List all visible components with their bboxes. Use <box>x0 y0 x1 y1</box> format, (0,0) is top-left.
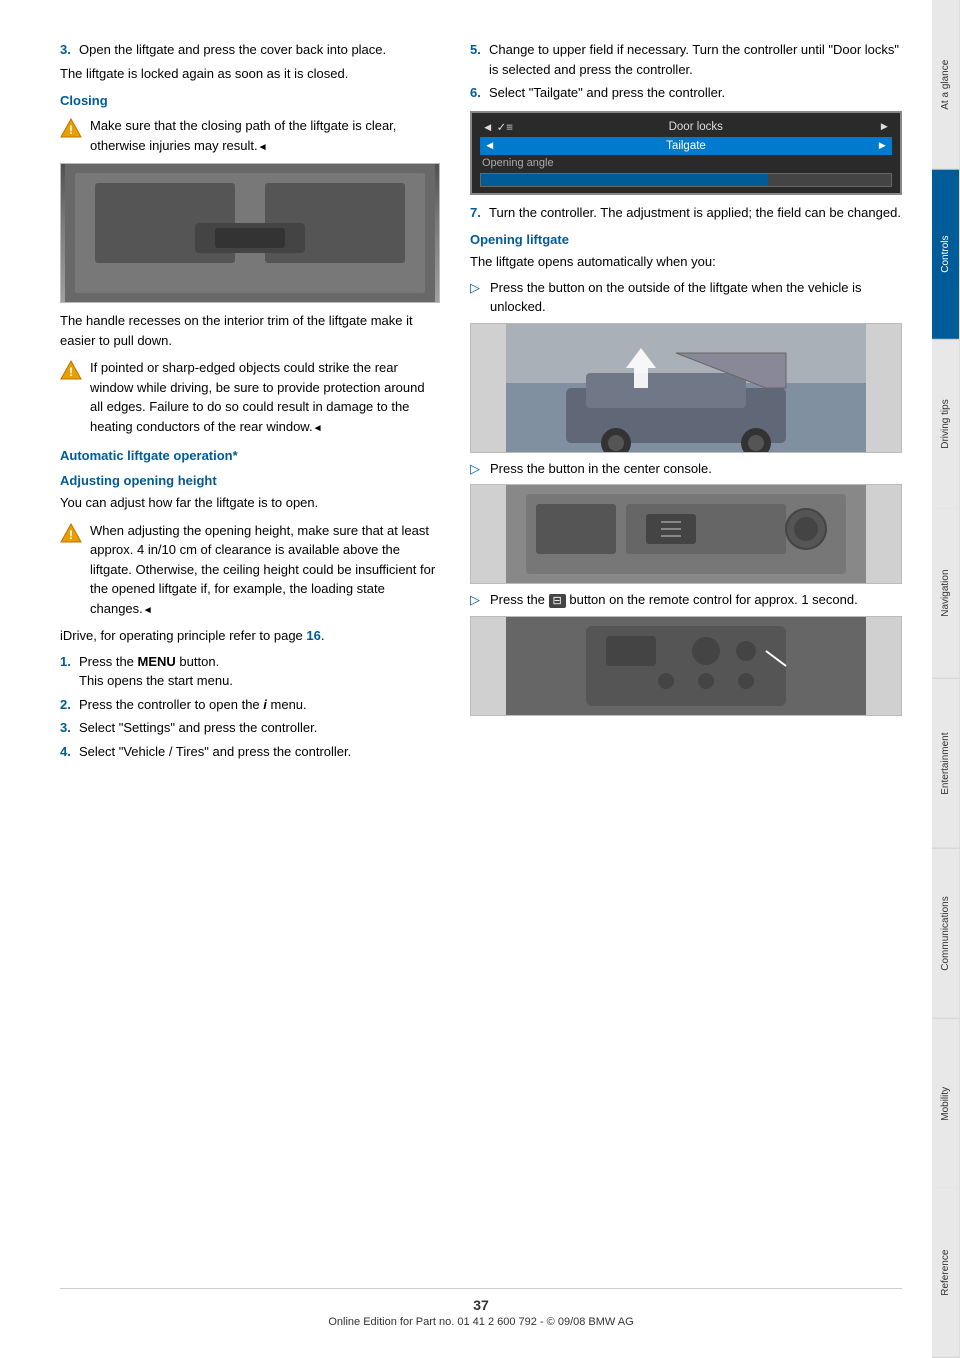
remote-control-image <box>470 616 902 716</box>
step-2-text: Press the controller to open the i menu. <box>79 695 307 715</box>
warning-triangle-icon-3: ! <box>60 522 82 544</box>
two-column-layout: 3. Open the liftgate and press the cover… <box>60 40 902 1268</box>
adjust-warning-text: When adjusting the opening height, make … <box>90 521 440 619</box>
bullet-2-text: Press the button in the center console. <box>490 459 712 479</box>
screen-row-doorlocks-center: Door locks <box>669 121 723 133</box>
screen-row-tailgate: ◄ Tailgate ► <box>480 137 892 155</box>
sidebar: At a glance Controls Driving tips Naviga… <box>932 0 960 1358</box>
liftgate-open-image <box>470 323 902 453</box>
closing-heading: Closing <box>60 93 440 108</box>
step-6: 6. Select "Tailgate" and press the contr… <box>470 83 902 103</box>
screen-row-tailgate-center: Tailgate <box>666 140 706 152</box>
adjust-intro: You can adjust how far the liftgate is t… <box>60 493 440 513</box>
step-3-number: 3. <box>60 40 74 60</box>
bullet-1: ▷ Press the button on the outside of the… <box>470 278 902 317</box>
idrive-page-link[interactable]: 16 <box>306 628 320 643</box>
sidebar-tab-communications[interactable]: Communications <box>932 849 960 1019</box>
step-4-text: Select "Vehicle / Tires" and press the c… <box>79 742 351 762</box>
closing-warning-box: ! Make sure that the closing path of the… <box>60 116 440 155</box>
bullet-3-text: Press the ⊟ button on the remote control… <box>490 590 858 610</box>
after-step3-text: The liftgate is locked again as soon as … <box>60 64 440 84</box>
adjust-warning-box: ! When adjusting the opening height, mak… <box>60 521 440 619</box>
step-7: 7. Turn the controller. The adjustment i… <box>470 203 902 223</box>
step-5: 5. Change to upper field if necessary. T… <box>470 40 902 79</box>
step-4: 4. Select "Vehicle / Tires" and press th… <box>60 742 440 762</box>
screen-row-doorlocks: ◄ ✓≡ Door locks ► <box>480 117 892 137</box>
bullet-arrow-3: ▷ <box>470 590 482 610</box>
sidebar-tab-reference[interactable]: Reference <box>932 1188 960 1358</box>
sidebar-tab-at-a-glance[interactable]: At a glance <box>932 0 960 170</box>
svg-text:!: ! <box>69 528 73 542</box>
sidebar-tab-navigation[interactable]: Navigation <box>932 509 960 679</box>
console-image <box>470 484 902 584</box>
bullet-2: ▷ Press the button in the center console… <box>470 459 902 479</box>
interior-liftgate-image <box>60 163 440 303</box>
step-3b-num: 3. <box>60 718 74 738</box>
step-1: 1. Press the MENU button.This opens the … <box>60 652 440 691</box>
svg-text:!: ! <box>69 123 73 137</box>
sharp-warning-box: ! If pointed or sharp-edged objects coul… <box>60 358 440 436</box>
page-footer: 37 Online Edition for Part no. 01 41 2 6… <box>60 1288 902 1328</box>
step-4-num: 4. <box>60 742 74 762</box>
step-7-num: 7. <box>470 203 484 223</box>
sidebar-tab-driving-tips[interactable]: Driving tips <box>932 340 960 510</box>
sidebar-tab-entertainment[interactable]: Entertainment <box>932 679 960 849</box>
sharp-warning-text: If pointed or sharp-edged objects could … <box>90 358 440 436</box>
step-3b: 3. Select "Settings" and press the contr… <box>60 718 440 738</box>
screen-opening-angle: Opening angle <box>480 155 892 171</box>
screen-row-tailgate-right: ► <box>877 140 888 152</box>
step-6-text: Select "Tailgate" and press the controll… <box>489 83 725 103</box>
warning-triangle-icon-2: ! <box>60 359 82 381</box>
warning-triangle-icon: ! <box>60 117 82 139</box>
svg-text:!: ! <box>69 365 73 379</box>
adjusting-opening-height-heading: Adjusting opening height <box>60 473 440 488</box>
right-column: 5. Change to upper field if necessary. T… <box>470 40 902 1268</box>
screen-row-tailgate-left: ◄ <box>484 140 495 152</box>
step-5-text: Change to upper field if necessary. Turn… <box>489 40 902 79</box>
opening-liftgate-intro: The liftgate opens automatically when yo… <box>470 252 902 272</box>
page-number: 37 <box>60 1297 902 1313</box>
left-column: 3. Open the liftgate and press the cover… <box>60 40 440 1268</box>
step-7-text: Turn the controller. The adjustment is a… <box>489 203 901 223</box>
step-3-text: Open the liftgate and press the cover ba… <box>79 40 386 60</box>
step-3: 3. Open the liftgate and press the cover… <box>60 40 440 60</box>
bullet-3: ▷ Press the ⊟ button on the remote contr… <box>470 590 902 610</box>
step-2: 2. Press the controller to open the i me… <box>60 695 440 715</box>
step-1-text: Press the MENU button.This opens the sta… <box>79 652 233 691</box>
img-caption: The handle recesses on the interior trim… <box>60 311 440 350</box>
step-3b-text: Select "Settings" and press the controll… <box>79 718 317 738</box>
step-1-num: 1. <box>60 652 74 691</box>
screen-row-doorlocks-right: ► <box>879 121 890 133</box>
step-5-num: 5. <box>470 40 484 79</box>
main-content: 3. Open the liftgate and press the cover… <box>0 0 932 1358</box>
opening-liftgate-heading: Opening liftgate <box>470 232 902 247</box>
closing-warning-text: Make sure that the closing path of the l… <box>90 116 440 155</box>
bullet-1-text: Press the button on the outside of the l… <box>490 278 902 317</box>
sidebar-tab-mobility[interactable]: Mobility <box>932 1019 960 1189</box>
bullet-arrow-1: ▷ <box>470 278 482 317</box>
step-6-num: 6. <box>470 83 484 103</box>
screen-row-doorlocks-left: ◄ ✓≡ <box>482 120 513 134</box>
door-locks-screen: ◄ ✓≡ Door locks ► ◄ Tailgate ► Opening a… <box>470 111 902 195</box>
bullet-arrow-2: ▷ <box>470 459 482 479</box>
sidebar-tab-controls[interactable]: Controls <box>932 170 960 340</box>
footer-text: Online Edition for Part no. 01 41 2 600 … <box>328 1316 633 1328</box>
auto-liftgate-heading: Automatic liftgate operation* <box>60 448 440 463</box>
step-2-num: 2. <box>60 695 74 715</box>
idrive-ref: iDrive, for operating principle refer to… <box>60 626 440 646</box>
